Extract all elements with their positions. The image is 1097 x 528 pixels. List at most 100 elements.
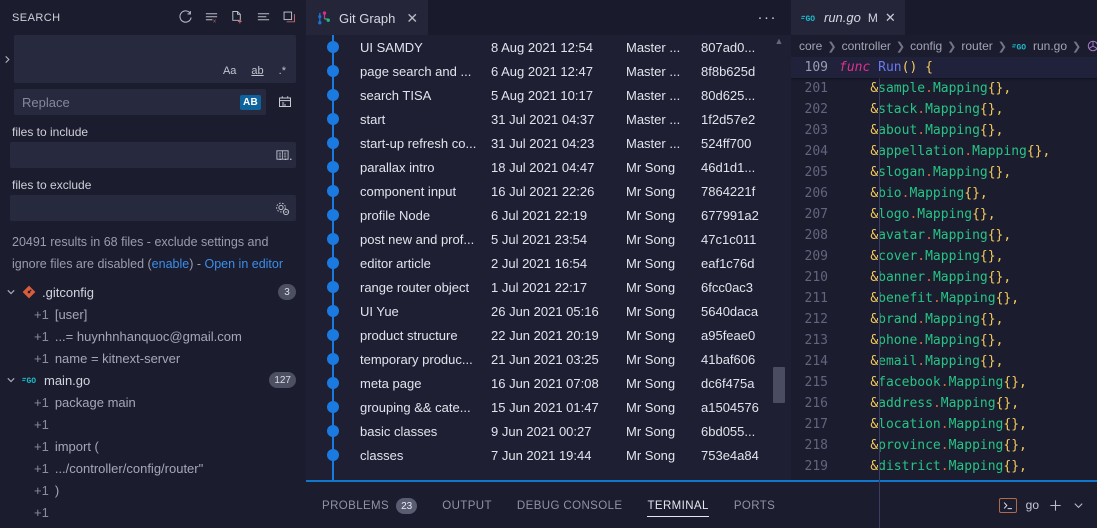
commit-row[interactable]: component input16 Jul 2021 22:26Mr Song7… <box>306 179 791 203</box>
replace-all-icon[interactable] <box>274 94 296 110</box>
open-new-search-editor-icon[interactable] <box>230 10 245 25</box>
commit-row[interactable]: basic classes9 Jun 2021 00:27Mr Song6bd0… <box>306 419 791 443</box>
commit-row[interactable]: start31 Jul 2021 04:37Master ...1f2d57e2 <box>306 107 791 131</box>
code-line[interactable]: 218 &province.Mapping{}, <box>791 435 1097 456</box>
close-icon[interactable]: ✕ <box>885 10 896 26</box>
close-icon[interactable]: ✕ <box>406 11 418 25</box>
scroll-up-icon[interactable]: ▲ <box>774 37 784 47</box>
terminal-icon[interactable] <box>999 498 1017 513</box>
result-match-row[interactable]: +1import ( <box>0 435 306 457</box>
commit-row[interactable]: product structure22 Jun 2021 20:19Mr Son… <box>306 323 791 347</box>
commit-row[interactable]: start-up refresh co...31 Jul 2021 04:23M… <box>306 131 791 155</box>
code-line[interactable]: 206 &bio.Mapping{}, <box>791 183 1097 204</box>
code-line[interactable]: 214 &email.Mapping{}, <box>791 351 1097 372</box>
code-line[interactable]: 215 &facebook.Mapping{}, <box>791 372 1097 393</box>
git-graph-scrollbar[interactable]: ▲ ▼ <box>772 37 786 526</box>
code-line[interactable]: 205 &slogan.Mapping{}, <box>791 162 1097 183</box>
result-match-row[interactable]: +1package main <box>0 391 306 413</box>
more-actions-icon[interactable]: ··· <box>758 9 778 26</box>
enable-link[interactable]: enable <box>152 257 190 271</box>
code-line[interactable]: 209 &cover.Mapping{}, <box>791 246 1097 267</box>
files-to-include-input[interactable] <box>10 142 296 168</box>
code-line[interactable]: 210 &banner.Mapping{}, <box>791 267 1097 288</box>
code-line[interactable]: 203 &about.Mapping{}, <box>791 120 1097 141</box>
breadcrumb-item-run-go[interactable]: run.go <box>1033 39 1067 53</box>
breadcrumb-item-config[interactable]: config <box>910 39 942 53</box>
commit-row[interactable]: profile Node6 Jul 2021 22:19Mr Song67799… <box>306 203 791 227</box>
refresh-icon[interactable] <box>178 10 193 25</box>
result-match-row[interactable]: +1 <box>0 501 306 523</box>
preserve-case-toggle[interactable]: AB <box>240 95 261 110</box>
match-plus: +1 <box>34 461 49 476</box>
use-search-results-icon[interactable] <box>275 148 290 162</box>
result-file-row[interactable]: .gitconfig 3 <box>0 281 306 303</box>
tab-run-go[interactable]: GO run.go M ✕ <box>791 0 905 35</box>
breadcrumb-item-controller[interactable]: controller <box>842 39 891 53</box>
result-match-row[interactable]: +1name = kitnext-server <box>0 347 306 369</box>
result-match-row[interactable]: +1[user] <box>0 303 306 325</box>
commit-row[interactable]: search TISA5 Aug 2021 10:17Master ...80d… <box>306 83 791 107</box>
code-line[interactable]: 208 &avatar.Mapping{}, <box>791 225 1097 246</box>
code-line[interactable]: 216 &address.Mapping{}, <box>791 393 1097 414</box>
result-file-row[interactable]: GO main.go 127 <box>0 369 306 391</box>
tab-git-graph[interactable]: Git Graph ✕ <box>306 0 428 35</box>
code-line[interactable]: 207 &logo.Mapping{}, <box>791 204 1097 225</box>
commit-row[interactable]: grouping && cate...15 Jun 2021 01:47Mr S… <box>306 395 791 419</box>
match-whole-word-toggle[interactable]: ab <box>248 64 266 78</box>
commit-row[interactable]: classes7 Jun 2021 19:44Mr Song753e4a84 <box>306 443 791 467</box>
use-regex-toggle[interactable]: .* <box>276 64 289 78</box>
clear-search-results-icon[interactable]: x <box>204 10 219 25</box>
code-line[interactable]: 201 &sample.Mapping{}, <box>791 78 1097 99</box>
tab-ports[interactable]: PORTS <box>734 494 775 516</box>
git-graph-commit-list[interactable]: UI SAMDY8 Aug 2021 12:54Master ...807ad0… <box>306 35 791 528</box>
new-terminal-icon[interactable] <box>1048 498 1063 513</box>
breadcrumb-item-core[interactable]: core <box>799 39 822 53</box>
use-exclude-settings-icon[interactable] <box>274 201 290 216</box>
commit-row[interactable]: meta page16 Jun 2021 07:08Mr Songdc6f475… <box>306 371 791 395</box>
result-match-row[interactable]: +1.../controller/config/router" <box>0 457 306 479</box>
code-line-text: &sample.Mapping{}, <box>839 81 1097 96</box>
tab-terminal[interactable]: TERMINAL <box>647 494 708 517</box>
result-match-row[interactable]: +1...= huynhnhanquoc@gmail.com <box>0 325 306 347</box>
result-match-row[interactable]: +1 <box>0 413 306 435</box>
commit-row[interactable]: UI SAMDY8 Aug 2021 12:54Master ...807ad0… <box>306 35 791 59</box>
commit-row[interactable]: UI Yue26 Jun 2021 05:16Mr Song5640daca <box>306 299 791 323</box>
commit-row[interactable]: editor article2 Jul 2021 16:54Mr Songeaf… <box>306 251 791 275</box>
commit-row[interactable]: page search and ...6 Aug 2021 12:47Maste… <box>306 59 791 83</box>
result-match-row[interactable]: +1) <box>0 479 306 501</box>
line-number: 214 <box>791 354 839 369</box>
commit-row[interactable]: parallax intro18 Jul 2021 04:47Mr Song46… <box>306 155 791 179</box>
commit-message: editor article <box>306 256 491 271</box>
code-line[interactable]: 217 &location.Mapping{}, <box>791 414 1097 435</box>
commit-author: Mr Song <box>626 376 701 391</box>
code-line[interactable]: 211 &benefit.Mapping{}, <box>791 288 1097 309</box>
search-input[interactable]: Aa ab .* <box>14 35 296 83</box>
sticky-scroll-line[interactable]: 109 func Run() { <box>791 57 1097 78</box>
tab-debug-console[interactable]: DEBUG CONSOLE <box>517 494 623 516</box>
open-in-editor-link[interactable]: Open in editor <box>205 257 284 271</box>
scrollbar-thumb[interactable] <box>773 367 785 403</box>
tab-problems[interactable]: PROBLEMS 23 <box>322 492 417 518</box>
collapse-all-icon[interactable] <box>282 10 297 25</box>
code-line[interactable]: 204 &appellation.Mapping{}, <box>791 141 1097 162</box>
tab-output[interactable]: OUTPUT <box>442 494 492 516</box>
code-line[interactable]: 212 &brand.Mapping{}, <box>791 309 1097 330</box>
commit-row[interactable]: post new and prof...5 Jul 2021 23:54Mr S… <box>306 227 791 251</box>
chevron-down-icon[interactable] <box>1072 499 1085 512</box>
view-as-list-icon[interactable] <box>256 10 271 25</box>
symbol-method-icon[interactable] <box>1086 39 1097 53</box>
code-line[interactable]: 213 &phone.Mapping{}, <box>791 330 1097 351</box>
chevron-down-icon[interactable] <box>6 287 16 297</box>
toggle-replace-twisty[interactable] <box>0 35 14 83</box>
chevron-down-icon[interactable] <box>6 375 16 385</box>
commit-row[interactable]: temporary produc...21 Jun 2021 03:25Mr S… <box>306 347 791 371</box>
code-content[interactable]: 109 func Run() { 201 &sample.Mapping{},2… <box>791 57 1097 528</box>
match-case-toggle[interactable]: Aa <box>220 64 239 78</box>
commit-date: 26 Jun 2021 05:16 <box>491 304 626 319</box>
code-line[interactable]: 219 &district.Mapping{}, <box>791 456 1097 477</box>
code-line[interactable]: 202 &stack.Mapping{}, <box>791 99 1097 120</box>
replace-input[interactable]: Replace AB <box>14 89 266 115</box>
files-to-exclude-input[interactable] <box>10 195 296 221</box>
breadcrumb-item-router[interactable]: router <box>961 39 992 53</box>
commit-row[interactable]: range router object1 Jul 2021 22:17Mr So… <box>306 275 791 299</box>
